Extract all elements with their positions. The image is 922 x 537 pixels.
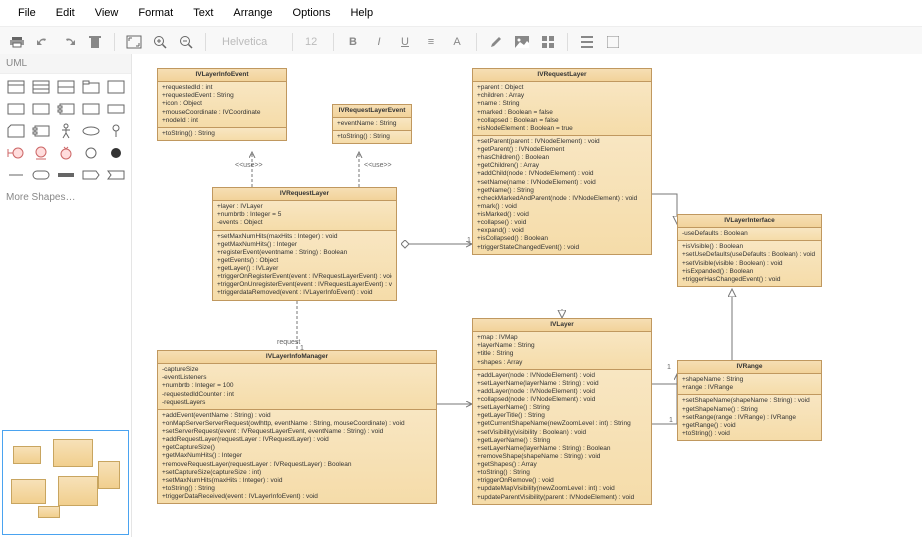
shape-tab-icon[interactable] [79, 78, 102, 96]
undo-icon[interactable] [32, 31, 54, 53]
shape-component2-icon[interactable] [29, 122, 52, 140]
shape-boundary-icon[interactable] [4, 144, 27, 162]
shape-start-icon[interactable] [79, 144, 102, 162]
shape-entity-icon[interactable] [29, 144, 52, 162]
sidebar-section-title: UML [0, 54, 131, 74]
redo-icon[interactable] [58, 31, 80, 53]
distribute-icon[interactable] [602, 31, 624, 53]
shape-note-icon[interactable] [4, 100, 27, 118]
shape-component-icon[interactable] [54, 100, 77, 118]
shape-receive-icon[interactable] [79, 166, 102, 184]
diagram-canvas[interactable]: <<use>> <<use>> request 1 1 1 1 IVLayerI… [132, 54, 922, 537]
shape-send-icon[interactable] [104, 166, 127, 184]
delete-icon[interactable] [84, 31, 106, 53]
menu-edit[interactable]: Edit [46, 4, 85, 22]
font-color-icon[interactable]: A [446, 31, 468, 53]
shape-control-icon[interactable] [54, 144, 77, 162]
menu-view[interactable]: View [85, 4, 129, 22]
underline-icon[interactable]: U [394, 31, 416, 53]
uml-class-layerInfoManager[interactable]: IVLayerInfoManager-captureSize-eventList… [157, 350, 437, 504]
zoom-in-icon[interactable] [149, 31, 171, 53]
pencil-icon[interactable] [485, 31, 507, 53]
zoom-out-icon[interactable] [175, 31, 197, 53]
font-size-select[interactable]: 12 [301, 34, 325, 50]
menu-help[interactable]: Help [340, 4, 383, 22]
shape-rect3-icon[interactable] [104, 100, 127, 118]
fit-page-icon[interactable] [123, 31, 145, 53]
shape-interface-icon[interactable] [54, 78, 77, 96]
shape-fork-icon[interactable] [54, 166, 77, 184]
align-icon[interactable] [576, 31, 598, 53]
shape-line-icon[interactable] [4, 166, 27, 184]
strike-icon[interactable]: ≡ [420, 31, 442, 53]
grid-icon[interactable] [537, 31, 559, 53]
menu-options[interactable]: Options [283, 4, 341, 22]
uml-class-layerInfoEvent[interactable]: IVLayerInfoEvent+requestedId : int+reque… [157, 68, 287, 141]
menu-format[interactable]: Format [128, 4, 183, 22]
shape-end-icon[interactable] [104, 144, 127, 162]
uml-class-layerInterface[interactable]: IVLayerInterface-useDefaults : Boolean+i… [677, 214, 822, 287]
connector-mult-1b: 1 [467, 237, 471, 244]
shape-rect-icon[interactable] [29, 100, 52, 118]
connector-mult-1d: 1 [669, 417, 673, 424]
connector-label-request: request [277, 339, 300, 346]
shape-lollipop-icon[interactable] [104, 122, 127, 140]
shape-rect2-icon[interactable] [79, 100, 102, 118]
italic-icon[interactable]: I [368, 31, 390, 53]
menu-text[interactable]: Text [183, 4, 223, 22]
print-icon[interactable] [6, 31, 28, 53]
uml-class-requestLayer2[interactable]: IVRequestLayer+parent : Object+children … [472, 68, 652, 255]
uml-class-layer[interactable]: IVLayer+map : IVMap+layerName : String+t… [472, 318, 652, 505]
shape-activity-icon[interactable] [29, 166, 52, 184]
shape-actor-icon[interactable] [54, 122, 77, 140]
sidebar: UML More Shapes… [0, 54, 132, 537]
more-shapes-link[interactable]: More Shapes… [0, 188, 131, 207]
font-family-select[interactable]: Helvetica [214, 34, 284, 50]
menu-arrange[interactable]: Arrange [223, 4, 282, 22]
shape-package-icon[interactable] [4, 122, 27, 140]
shape-class-icon[interactable] [4, 78, 27, 96]
shape-object-icon[interactable] [104, 78, 127, 96]
connector-label-use1: <<use>> [235, 162, 263, 169]
connector-mult-1c: 1 [667, 364, 671, 371]
uml-class-range[interactable]: IVRange+shapeName : String+range : IVRan… [677, 360, 822, 441]
navigator-panel[interactable] [2, 430, 129, 535]
connector-label-use2: <<use>> [364, 162, 392, 169]
bold-icon[interactable]: B [342, 31, 364, 53]
menubar: File Edit View Format Text Arrange Optio… [0, 0, 922, 27]
uml-class-requestLayer[interactable]: IVRequestLayer+layer : IVLayer+numbrtb :… [212, 187, 397, 301]
uml-class-requestLayerEvent[interactable]: IVRequestLayerEvent+eventName : String+t… [332, 104, 412, 144]
shape-usecase-icon[interactable] [79, 122, 102, 140]
menu-file[interactable]: File [8, 4, 46, 22]
shape-class2-icon[interactable] [29, 78, 52, 96]
shape-palette [0, 74, 131, 188]
image-icon[interactable] [511, 31, 533, 53]
